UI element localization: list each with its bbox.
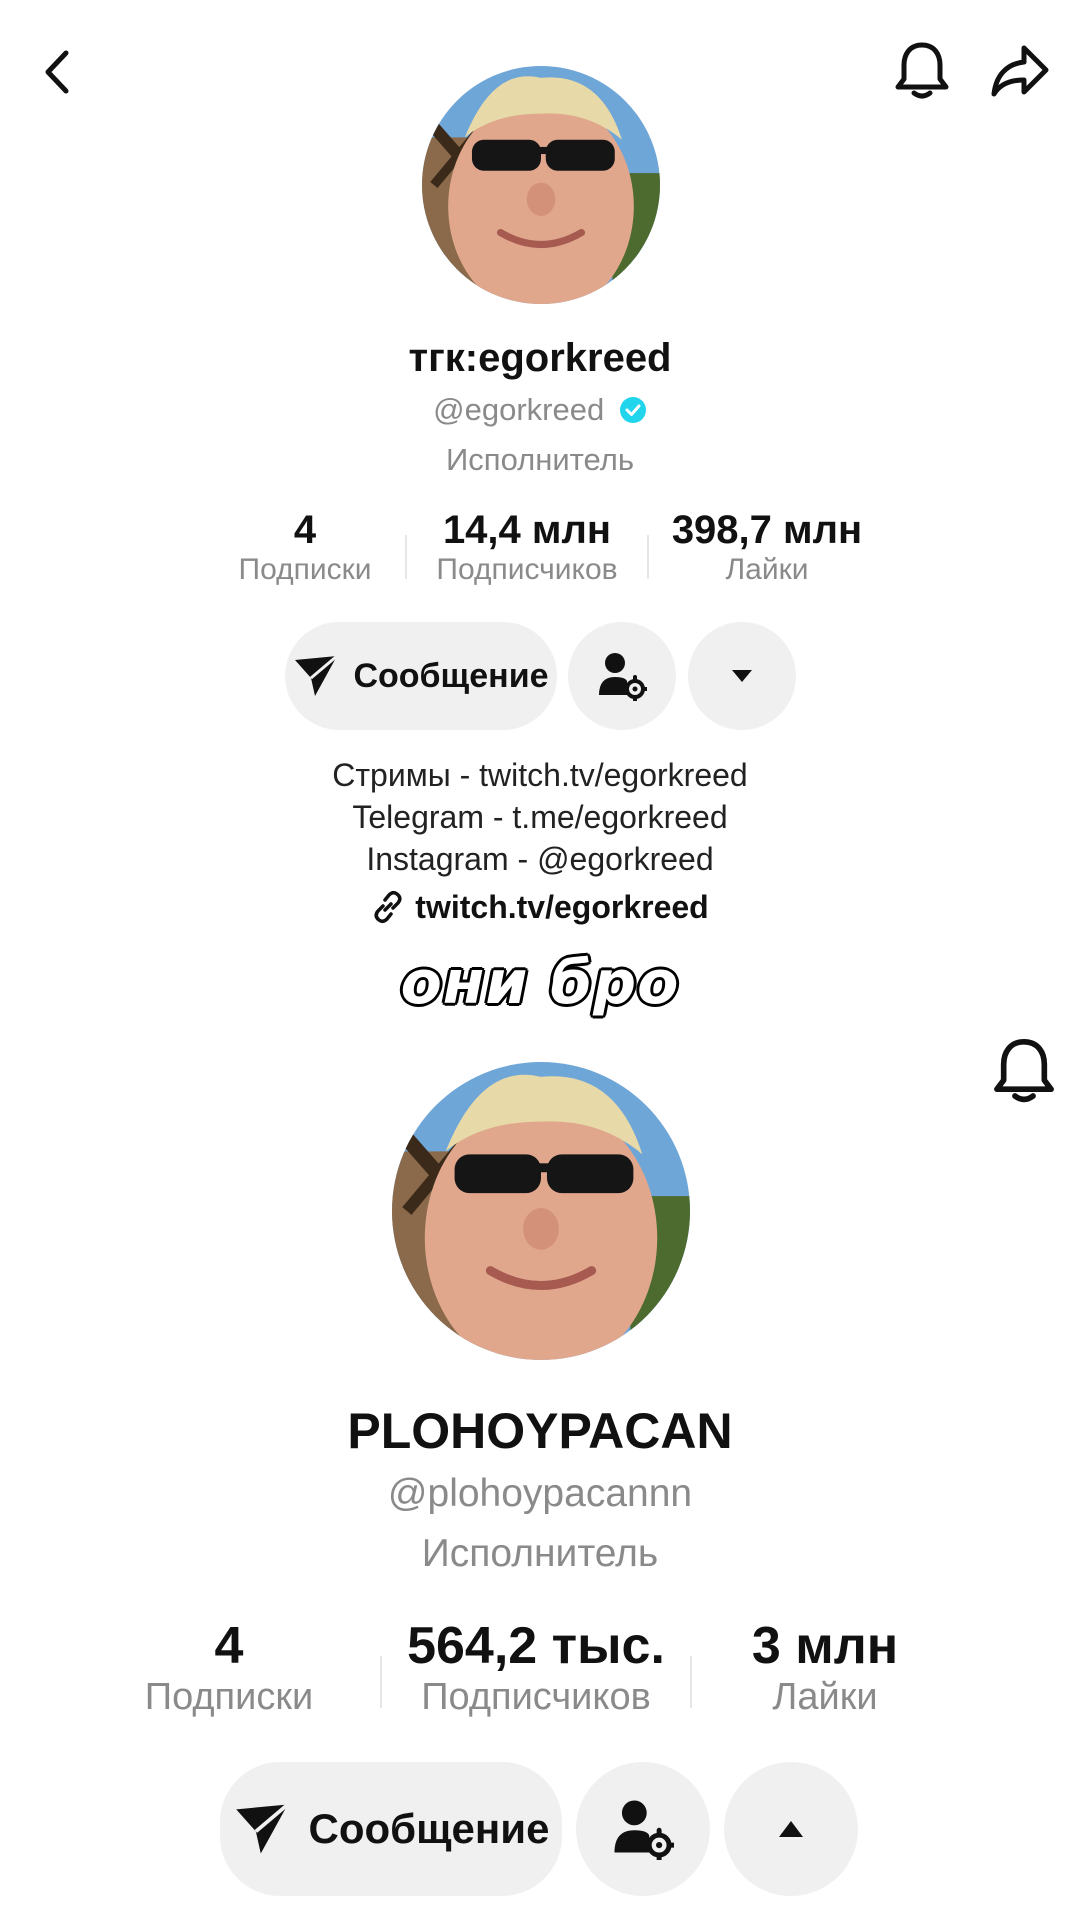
follow-settings-button[interactable] (576, 1762, 710, 1896)
profile-link[interactable]: twitch.tv/egorkreed (0, 884, 1080, 930)
notifications-button[interactable] (986, 1032, 1062, 1108)
stat-likes-label: Лайки (772, 1676, 878, 1719)
stat-likes-label: Лайки (725, 553, 809, 586)
avatar-photo (422, 66, 660, 304)
back-button[interactable] (26, 40, 90, 104)
bell-icon (994, 1038, 1054, 1103)
send-icon (235, 1803, 289, 1854)
follow-settings-button[interactable] (568, 622, 676, 730)
stat-likes[interactable]: 3 млн Лайки (692, 1617, 958, 1721)
display-name: PLOHOYPACAN (347, 1403, 733, 1459)
stat-followers[interactable]: 564,2 тыс. Подписчиков (382, 1617, 690, 1721)
stats-row: 4 Подписки 564,2 тыс. Подписчиков 3 млн … (128, 1617, 958, 1721)
stat-following-value: 4 (214, 1617, 244, 1675)
chevron-left-icon (45, 50, 69, 94)
role-label: Исполнитель (421, 1532, 659, 1575)
user-settings-icon (599, 653, 647, 701)
handle-row: @egorkreed (0, 392, 1080, 432)
meme-caption: они бро (399, 947, 680, 1020)
bio-line: Telegram - t.me/egorkreed (352, 799, 728, 835)
message-button[interactable]: Сообщение (285, 622, 557, 730)
role-label: Исполнитель (446, 442, 634, 477)
link-icon (374, 890, 402, 924)
message-button-label: Сообщение (353, 656, 549, 695)
stat-likes[interactable]: 398,7 млн Лайки (649, 508, 885, 588)
handle: @plohoypacannn (387, 1472, 693, 1515)
bio: Стримы - twitch.tv/egorkreed Telegram - … (0, 754, 1080, 880)
notifications-button[interactable] (890, 38, 954, 102)
stats-row: 4 Подписки 14,4 млн Подписчиков 398,7 мл… (205, 508, 885, 588)
user-settings-icon (614, 1800, 674, 1860)
message-button-label: Сообщение (308, 1805, 550, 1852)
more-dropdown-button[interactable] (688, 622, 796, 730)
share-arrow-icon (991, 45, 1049, 97)
caret-down-icon (732, 670, 752, 682)
stat-followers-value: 14,4 млн (442, 508, 612, 552)
stat-followers-label: Подписчиков (421, 1676, 651, 1719)
bio-line: Instagram - @egorkreed (366, 841, 714, 877)
avatar[interactable] (392, 1062, 690, 1360)
more-dropdown-button[interactable] (724, 1762, 858, 1896)
stat-followers[interactable]: 14,4 млн Подписчиков (407, 508, 647, 588)
stat-following-value: 4 (293, 508, 317, 552)
avatar[interactable] (422, 66, 660, 304)
share-button[interactable] (988, 38, 1052, 102)
stat-following[interactable]: 4 Подписки (205, 508, 405, 588)
message-button[interactable]: Сообщение (220, 1762, 562, 1896)
profile-link-text: twitch.tv/egorkreed (415, 888, 709, 925)
bell-icon (895, 42, 949, 99)
verified-badge-icon (619, 396, 647, 432)
stat-likes-value: 398,7 млн (671, 508, 863, 552)
bio-line: Стримы - twitch.tv/egorkreed (332, 757, 748, 793)
display-name: тгк:egorkreed (408, 336, 672, 380)
stat-following-label: Подписки (144, 1676, 314, 1719)
avatar-photo (392, 1062, 690, 1360)
caret-up-icon (779, 1821, 803, 1837)
send-icon (295, 654, 339, 696)
stat-following[interactable]: 4 Подписки (128, 1617, 330, 1721)
stat-likes-value: 3 млн (751, 1617, 899, 1675)
stat-following-label: Подписки (238, 553, 372, 586)
stat-followers-value: 564,2 тыс. (407, 1617, 665, 1675)
stat-followers-label: Подписчиков (436, 553, 618, 586)
handle: @egorkreed (433, 392, 605, 427)
